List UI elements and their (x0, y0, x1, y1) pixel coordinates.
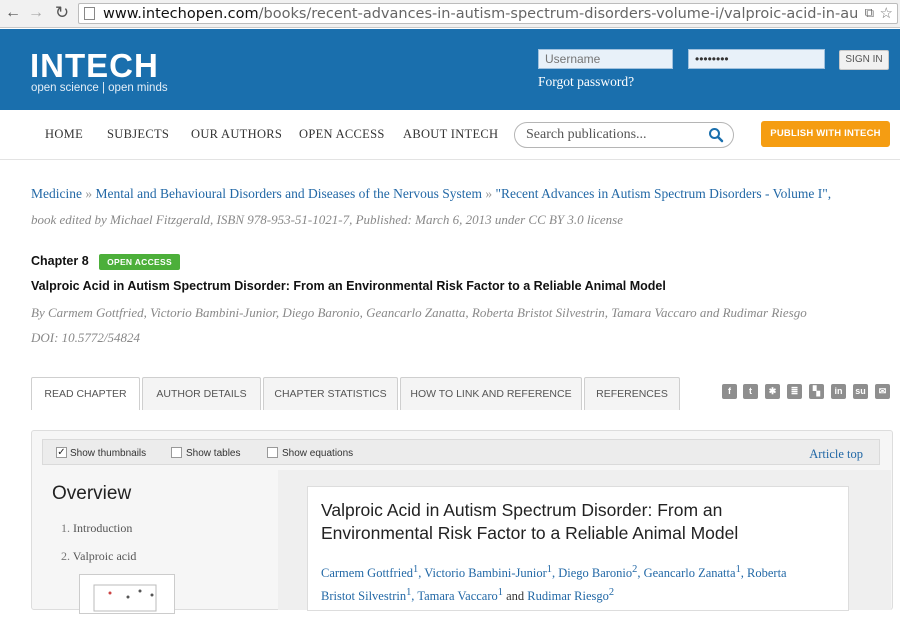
browser-toolbar: ← → ↻ www.intechopen.com/books/recent-ad… (0, 0, 900, 28)
address-bar[interactable]: www.intechopen.com/books/recent-advances… (78, 3, 898, 24)
author-link[interactable]: Tamara Vaccaro1 (417, 587, 503, 603)
author-link[interactable]: Carmem Gottfried1 (321, 564, 418, 580)
tab-author-details[interactable]: AUTHOR DETAILS (142, 377, 261, 410)
nav-subjects[interactable]: SUBJECTS (107, 127, 169, 142)
book-meta: book edited by Michael Fitzgerald, ISBN … (31, 212, 624, 227)
show-tables-checkbox[interactable] (171, 447, 182, 458)
email-icon[interactable]: ✉ (875, 384, 890, 399)
forward-arrow-icon[interactable]: → (26, 3, 46, 23)
article-top-link[interactable]: Article top (809, 447, 863, 462)
search-icon[interactable] (708, 127, 724, 143)
search-placeholder: Search publications... (526, 127, 647, 142)
show-equations-label[interactable]: Show equations (282, 448, 353, 459)
translate-icon[interactable]: ⧉ (865, 5, 874, 21)
chapter-title: Valproic Acid in Autism Spectrum Disorde… (31, 279, 666, 293)
facebook-icon[interactable]: f (722, 384, 737, 399)
back-arrow-icon[interactable]: ← (3, 3, 23, 23)
overview-heading: Overview (52, 483, 132, 504)
site-header: INTECH open science | open minds SIGN IN… (0, 29, 900, 110)
reload-icon[interactable]: ↻ (52, 3, 72, 23)
social-share-icon[interactable]: ✱ (765, 384, 780, 399)
show-equations-checkbox[interactable] (267, 447, 278, 458)
delicious-icon[interactable]: ▚ (809, 384, 824, 399)
author-link[interactable]: Rudimar Riesgo2 (527, 587, 614, 603)
chapter-authors: By Carmem Gottfried, Victorio Bambini-Ju… (31, 305, 807, 320)
breadcrumb-mental-disorders[interactable]: Mental and Behavioural Disorders and Dis… (95, 186, 482, 201)
stumbleupon-icon[interactable]: su (853, 384, 868, 399)
breadcrumb: Medicine » Mental and Behavioural Disord… (31, 186, 832, 201)
logo-tagline: open science | open minds (31, 82, 168, 94)
publish-with-intech-button[interactable]: PUBLISH WITH INTECH (761, 121, 890, 147)
twitter-icon[interactable]: t (743, 384, 758, 399)
figure-thumbnail[interactable] (79, 574, 175, 614)
intech-logo[interactable]: INTECH (30, 47, 159, 85)
breadcrumb-book[interactable]: "Recent Advances in Autism Spectrum Diso… (496, 186, 832, 201)
display-options-toolbar: ✓ Show thumbnails Show tables Show equat… (42, 439, 880, 465)
linkedin-icon[interactable]: in (831, 384, 846, 399)
open-access-badge: OPEN ACCESS (99, 254, 180, 270)
thumbnail-image (93, 584, 157, 612)
nav-about-intech[interactable]: ABOUT INTECH (403, 127, 498, 142)
tab-references[interactable]: REFERENCES (584, 377, 680, 410)
chapter-doi: DOI: 10.5772/54824 (31, 330, 141, 345)
toc-item-introduction[interactable]: 1. Introduction (61, 521, 132, 536)
search-input[interactable]: Search publications... (514, 122, 734, 148)
nav-open-access[interactable]: OPEN ACCESS (299, 127, 385, 142)
bookmark-star-icon[interactable]: ☆ (880, 4, 893, 22)
author-link[interactable]: Victorio Bambini-Junior1 (424, 564, 552, 580)
sign-in-button[interactable]: SIGN IN (839, 50, 889, 70)
username-input[interactable] (538, 49, 673, 69)
author-link[interactable]: Geancarlo Zanatta1 (644, 564, 741, 580)
author-link[interactable]: Diego Baronio2 (558, 564, 637, 580)
nav-our-authors[interactable]: OUR AUTHORS (191, 127, 282, 142)
nav-home[interactable]: HOME (45, 127, 83, 142)
password-input[interactable] (688, 49, 825, 69)
tab-read-chapter[interactable]: READ CHAPTER (31, 377, 140, 410)
show-thumbnails-checkbox[interactable]: ✓ (56, 447, 67, 458)
url-text[interactable]: www.intechopen.com/books/recent-advances… (103, 5, 857, 23)
chapter-label: Chapter 8 (31, 254, 89, 268)
show-thumbnails-label[interactable]: Show thumbnails (70, 448, 146, 459)
show-tables-label[interactable]: Show tables (186, 448, 240, 459)
breadcrumb-medicine[interactable]: Medicine (31, 186, 82, 201)
page-icon (84, 7, 95, 20)
main-navigation: HOME SUBJECTS OUR AUTHORS OPEN ACCESS AB… (0, 110, 900, 160)
tab-how-to-link[interactable]: HOW TO LINK AND REFERENCE (400, 377, 582, 410)
toc-item-valproic-acid[interactable]: 2. Valproic acid (61, 549, 136, 564)
blogger-icon[interactable]: ≣ (787, 384, 802, 399)
tab-chapter-statistics[interactable]: CHAPTER STATISTICS (263, 377, 398, 410)
article-authors: Carmem Gottfried1, Victorio Bambini-Juni… (321, 564, 787, 604)
forgot-password-link[interactable]: Forgot password? (538, 74, 634, 90)
article-title: Valproic Acid in Autism Spectrum Disorde… (321, 500, 739, 543)
